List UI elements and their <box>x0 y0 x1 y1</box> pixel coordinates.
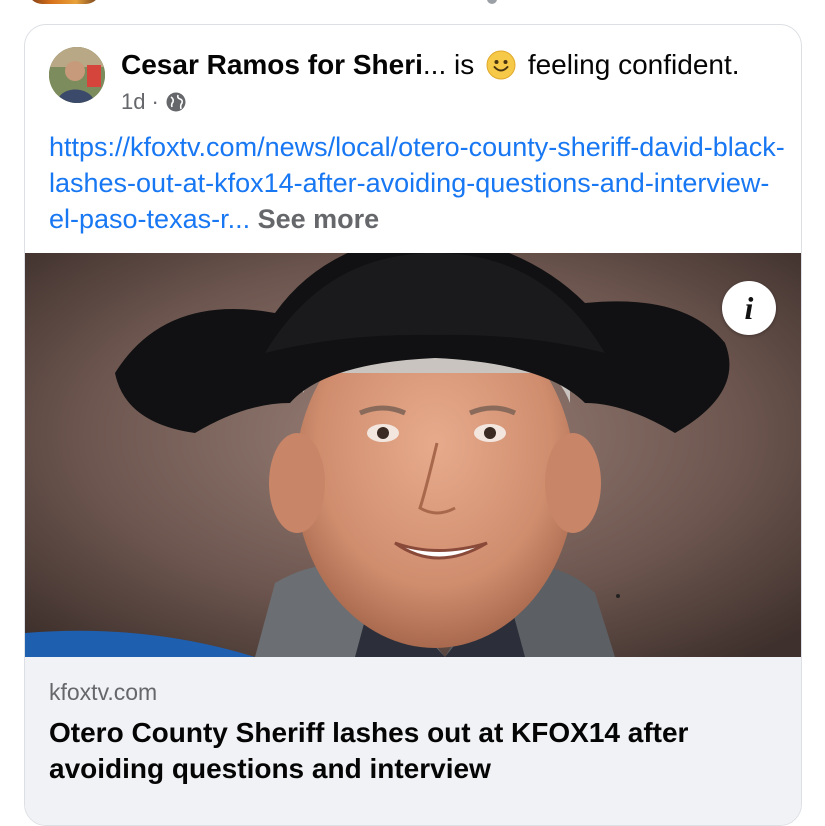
smiling-face-icon <box>486 50 516 80</box>
feeling-text[interactable]: feeling confident. <box>528 49 740 80</box>
link-headline[interactable]: Otero County Sheriff lashes out at KFOX1… <box>49 715 769 787</box>
link-domain: kfoxtv.com <box>49 679 158 705</box>
meta-separator: · <box>151 89 159 114</box>
sheriff-portrait-image <box>25 253 801 657</box>
is-text: is <box>454 49 475 80</box>
post-card: Cesar Ramos for Sheri... is feeling conf… <box>24 24 802 826</box>
info-button[interactable]: i <box>722 281 776 335</box>
globe-icon <box>166 92 186 112</box>
previous-post-image <box>28 0 100 4</box>
see-more-button[interactable]: See more <box>258 204 380 234</box>
post-link[interactable]: https://kfoxtv.com/news/local/otero-coun… <box>49 132 785 234</box>
author-ellipsis: ... <box>422 49 447 80</box>
link-preview[interactable]: kfoxtv.com Otero County Sheriff lashes o… <box>25 657 801 825</box>
post-text: https://kfoxtv.com/news/local/otero-coun… <box>49 129 789 237</box>
post-time[interactable]: 1d <box>121 88 145 116</box>
author-name[interactable]: Cesar Ramos for Sheri <box>121 49 423 80</box>
previous-post-icon <box>487 0 497 4</box>
post-meta: 1d · <box>121 88 187 116</box>
post-header-line: Cesar Ramos for Sheri... is feeling conf… <box>121 48 740 82</box>
post-photo[interactable]: i <box>25 253 801 657</box>
avatar[interactable] <box>49 47 105 103</box>
previous-post-edge <box>0 0 825 6</box>
